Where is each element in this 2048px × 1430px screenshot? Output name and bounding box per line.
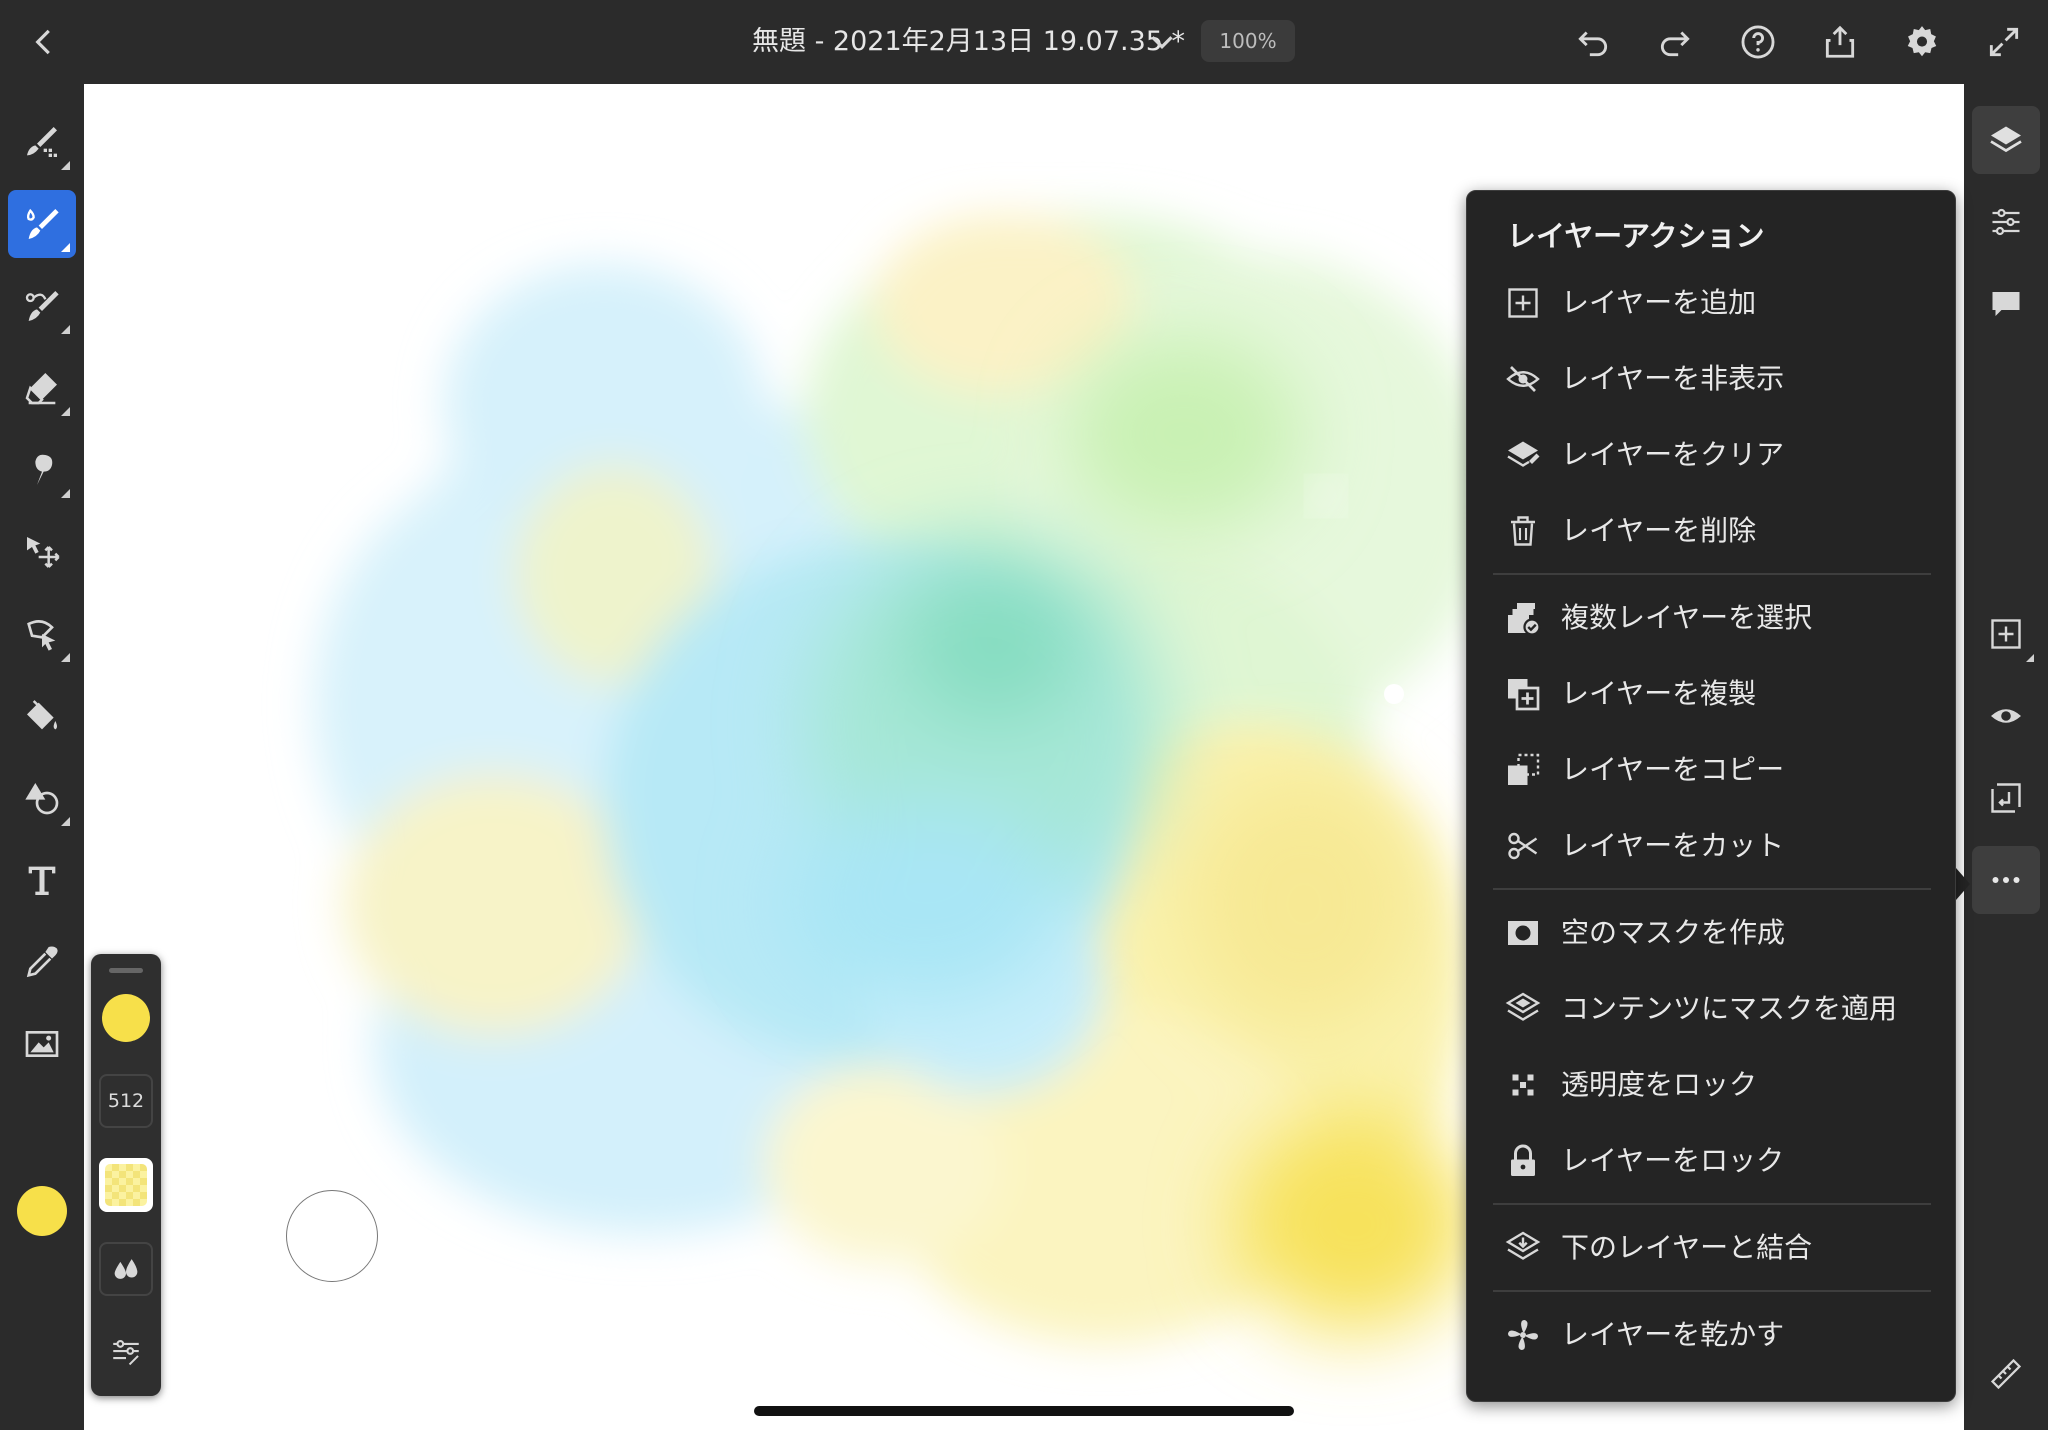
comments-icon[interactable] bbox=[1972, 270, 2040, 338]
chevron-down-icon[interactable] bbox=[1138, 18, 1186, 66]
brush-settings-icon bbox=[113, 1340, 139, 1366]
menu-item-label: レイヤーを非表示 bbox=[1561, 362, 1785, 395]
lock-icon bbox=[1505, 1143, 1541, 1179]
scissors-icon bbox=[1505, 828, 1541, 864]
brush-cursor bbox=[286, 1190, 378, 1282]
menu-item-copy-layer[interactable]: レイヤーをコピー bbox=[1467, 738, 1955, 802]
zoom-level[interactable]: 100% bbox=[1201, 20, 1295, 62]
transform-icon[interactable] bbox=[8, 518, 76, 586]
menu-item-label: レイヤーをカット bbox=[1561, 829, 1785, 862]
menu-item-select-multiple[interactable]: 複数レイヤーを選択 bbox=[1467, 586, 1955, 650]
dry-layer-icon bbox=[1505, 1317, 1541, 1353]
brush-opacity-button[interactable] bbox=[99, 1158, 153, 1212]
color-swatch[interactable] bbox=[17, 1186, 67, 1236]
vector-brush-icon[interactable] bbox=[8, 272, 76, 340]
menu-item-label: 空のマスクを作成 bbox=[1561, 916, 1786, 949]
menu-item-label: レイヤーをロック bbox=[1561, 1144, 1785, 1177]
undo-icon[interactable] bbox=[1569, 18, 1617, 66]
settings-icon[interactable] bbox=[1898, 18, 1946, 66]
live-brush-icon[interactable] bbox=[8, 190, 76, 258]
apply-mask-icon bbox=[1505, 991, 1541, 1027]
menu-divider bbox=[1493, 573, 1931, 575]
menu-item-hide-layer[interactable]: レイヤーを非表示 bbox=[1467, 347, 1955, 411]
menu-item-label: 下のレイヤーと結合 bbox=[1561, 1231, 1813, 1264]
menu-item-dry-layer[interactable]: レイヤーを乾かす bbox=[1467, 1303, 1955, 1367]
fullscreen-icon[interactable] bbox=[1980, 18, 2028, 66]
hide-icon bbox=[1505, 361, 1541, 397]
chevron-left-icon[interactable] bbox=[20, 18, 68, 66]
menu-divider bbox=[1493, 1290, 1931, 1292]
pixel-brush-icon[interactable] bbox=[8, 108, 76, 176]
layer-actions-menu: レイヤーアクション レイヤーを追加 レイヤーを非表示 レイヤーをクリア レイヤー… bbox=[1466, 190, 1956, 1402]
menu-item-label: レイヤーを乾かす bbox=[1561, 1318, 1785, 1351]
layer-import-icon[interactable] bbox=[1972, 764, 2040, 832]
text-icon[interactable] bbox=[8, 846, 76, 914]
brush-flow-button[interactable] bbox=[99, 1242, 153, 1296]
duplicate-icon bbox=[1505, 676, 1541, 712]
drops-icon bbox=[114, 1259, 138, 1279]
shapes-icon[interactable] bbox=[8, 764, 76, 832]
add-layer-icon[interactable] bbox=[1972, 600, 2040, 668]
checker-opacity-icon bbox=[105, 1164, 147, 1206]
menu-item-merge-down[interactable]: 下のレイヤーと結合 bbox=[1467, 1216, 1955, 1280]
menu-divider bbox=[1493, 1203, 1931, 1205]
multi-select-icon bbox=[1505, 600, 1541, 636]
menu-item-add-layer[interactable]: レイヤーを追加 bbox=[1467, 271, 1955, 335]
left-toolbar bbox=[0, 84, 84, 1430]
menu-item-delete-layer[interactable]: レイヤーを削除 bbox=[1467, 499, 1955, 563]
brush-size-value[interactable]: 512 bbox=[99, 1074, 153, 1128]
top-bar: 無題 - 2021年2月13日 19.07.35 * 100% bbox=[0, 0, 2048, 84]
redo-icon[interactable] bbox=[1651, 18, 1699, 66]
share-icon[interactable] bbox=[1816, 18, 1864, 66]
menu-item-clear-layer[interactable]: レイヤーをクリア bbox=[1467, 423, 1955, 487]
transparency-lock-icon bbox=[1505, 1067, 1541, 1103]
menu-divider bbox=[1493, 888, 1931, 890]
clear-layer-icon bbox=[1505, 437, 1541, 473]
menu-item-label: コンテンツにマスクを適用 bbox=[1561, 992, 1898, 1025]
brush-quick-panel: 512 bbox=[91, 954, 161, 1396]
menu-item-label: 透明度をロック bbox=[1561, 1068, 1758, 1101]
eyedropper-icon[interactable] bbox=[8, 928, 76, 996]
menu-item-cut-layer[interactable]: レイヤーをカット bbox=[1467, 814, 1955, 878]
brush-color-swatch[interactable] bbox=[102, 994, 150, 1042]
image-icon[interactable] bbox=[8, 1010, 76, 1078]
menu-item-label: レイヤーを追加 bbox=[1561, 286, 1757, 319]
add-layer-icon bbox=[1505, 285, 1541, 321]
document-title[interactable]: 無題 - 2021年2月13日 19.07.35 * bbox=[752, 22, 1185, 62]
more-icon[interactable] bbox=[1972, 846, 2040, 914]
menu-item-label: レイヤーをコピー bbox=[1561, 753, 1785, 786]
trash-icon bbox=[1505, 513, 1541, 549]
menu-item-lock-transparency[interactable]: 透明度をロック bbox=[1467, 1053, 1955, 1117]
menu-item-label: レイヤーを削除 bbox=[1561, 514, 1757, 547]
copy-icon bbox=[1505, 752, 1541, 788]
eraser-icon[interactable] bbox=[8, 354, 76, 422]
layers-icon[interactable] bbox=[1972, 106, 2040, 174]
panel-drag-handle[interactable] bbox=[109, 968, 143, 973]
ruler-icon[interactable] bbox=[1972, 1340, 2040, 1408]
visibility-icon[interactable] bbox=[1972, 682, 2040, 750]
menu-item-create-empty-mask[interactable]: 空のマスクを作成 bbox=[1467, 901, 1955, 965]
menu-pointer bbox=[1956, 868, 1970, 900]
menu-item-apply-mask[interactable]: コンテンツにマスクを適用 bbox=[1467, 977, 1955, 1041]
brush-settings-button[interactable] bbox=[99, 1324, 153, 1378]
merge-down-icon bbox=[1505, 1230, 1541, 1266]
fill-icon[interactable] bbox=[8, 682, 76, 750]
adjustments-icon[interactable] bbox=[1972, 188, 2040, 256]
menu-item-label: レイヤーを複製 bbox=[1561, 677, 1757, 710]
menu-item-duplicate-layer[interactable]: レイヤーを複製 bbox=[1467, 662, 1955, 726]
mask-icon bbox=[1505, 915, 1541, 951]
home-indicator bbox=[754, 1406, 1294, 1416]
menu-item-lock-layer[interactable]: レイヤーをロック bbox=[1467, 1129, 1955, 1193]
menu-item-label: レイヤーをクリア bbox=[1561, 438, 1785, 471]
menu-title: レイヤーアクション bbox=[1507, 219, 1765, 253]
selection-icon[interactable] bbox=[8, 600, 76, 668]
smudge-icon[interactable] bbox=[8, 436, 76, 504]
help-icon[interactable] bbox=[1734, 18, 1782, 66]
right-panel bbox=[1964, 84, 2048, 1430]
menu-item-label: 複数レイヤーを選択 bbox=[1561, 601, 1813, 634]
